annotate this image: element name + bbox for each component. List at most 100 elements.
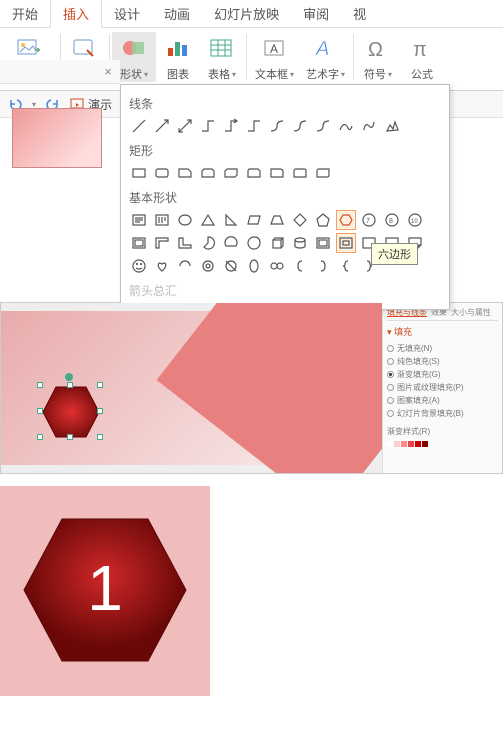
props-tab-size[interactable]: 大小与属性 [451, 307, 491, 318]
shape-snip-round[interactable] [244, 163, 264, 183]
textbox-icon: A [259, 32, 291, 64]
chevron-down-icon: ▾ [341, 70, 345, 79]
slide-canvas[interactable] [1, 303, 382, 473]
fill-section-header[interactable]: ▾ 填充 [387, 325, 498, 338]
shape-oval[interactable] [175, 210, 195, 230]
selection-handle[interactable] [97, 408, 103, 414]
shape-snip-same-side[interactable] [198, 163, 218, 183]
selection-handle[interactable] [97, 434, 103, 440]
shape-heart[interactable] [152, 256, 172, 276]
shape-curve[interactable] [336, 116, 356, 136]
shape-sun[interactable] [198, 256, 218, 276]
shape-teardrop[interactable] [244, 233, 264, 253]
shape-bracket-right[interactable] [313, 256, 333, 276]
close-icon[interactable]: × [104, 64, 112, 79]
shape-decagon[interactable]: 10 [405, 210, 425, 230]
shape-moon[interactable] [221, 256, 241, 276]
shape-bevel[interactable] [313, 233, 333, 253]
svg-text:Ω: Ω [368, 39, 383, 60]
shape-curve-double-arrow[interactable] [313, 116, 333, 136]
textbox-button[interactable]: A 文本框▾ [249, 32, 300, 82]
shape-lightning[interactable] [175, 256, 195, 276]
chart-button[interactable]: 图表 [156, 32, 200, 82]
shape-elbow-connector[interactable] [198, 116, 218, 136]
table-button[interactable]: 表格▾ [200, 32, 244, 82]
fill-option-solid[interactable]: 纯色填充(S) [387, 355, 498, 368]
shape-cloud[interactable] [244, 256, 264, 276]
shape-round-same-side[interactable] [290, 163, 310, 183]
gradient-stops-strip[interactable] [387, 441, 498, 447]
shape-rounded-rect[interactable] [152, 163, 172, 183]
shape-brace-left[interactable] [336, 256, 356, 276]
tab-slideshow[interactable]: 幻灯片放映 [202, 0, 291, 27]
tab-view[interactable]: 视 [341, 0, 378, 27]
shape-line[interactable] [129, 116, 149, 136]
fill-option-gradient[interactable]: 渐变填充(G) [387, 368, 498, 381]
shape-chord[interactable] [221, 233, 241, 253]
symbol-button[interactable]: Ω 符号▾ [356, 32, 400, 82]
slide-thumbnail-1[interactable] [12, 108, 102, 168]
shape-half-frame[interactable] [152, 233, 172, 253]
shape-textbox[interactable] [129, 210, 149, 230]
fill-option-picture[interactable]: 图片或纹理填充(P) [387, 381, 498, 394]
svg-text:π: π [413, 39, 427, 60]
shape-trapezoid[interactable] [267, 210, 287, 230]
shape-snip-diag[interactable] [221, 163, 241, 183]
selection-handle[interactable] [37, 408, 43, 414]
slide-thumbnail-pane: × [0, 60, 120, 168]
shape-pie[interactable] [198, 233, 218, 253]
selection-handle[interactable] [67, 434, 73, 440]
fill-option-pattern[interactable]: 图案填充(A) [387, 394, 498, 407]
shape-smiley[interactable] [129, 256, 149, 276]
shape-cube[interactable] [267, 233, 287, 253]
tab-review[interactable]: 审阅 [291, 0, 341, 27]
shape-triangle[interactable] [198, 210, 218, 230]
tab-animation[interactable]: 动画 [152, 0, 202, 27]
shape-pentagon[interactable] [313, 210, 333, 230]
shape-line-arrow[interactable] [152, 116, 172, 136]
shape-snip-single[interactable] [175, 163, 195, 183]
shape-rectangle[interactable] [129, 163, 149, 183]
selection-handle[interactable] [37, 434, 43, 440]
shape-textbox-vertical[interactable] [152, 210, 172, 230]
shape-freeform[interactable] [359, 116, 379, 136]
shape-elbow-double-arrow[interactable] [244, 116, 264, 136]
shape-heptagon[interactable]: 7 [359, 210, 379, 230]
hexagon-result: 1 [20, 515, 190, 668]
shape-curve-arrow[interactable] [290, 116, 310, 136]
shape-right-triangle[interactable] [221, 210, 241, 230]
shape-round-diag[interactable] [313, 163, 333, 183]
shape-parallelogram[interactable] [244, 210, 264, 230]
selection-handle[interactable] [67, 382, 73, 388]
shape-hexagon[interactable] [336, 210, 356, 230]
shape-round-single[interactable] [267, 163, 287, 183]
shape-octagon[interactable]: 8 [382, 210, 402, 230]
wordart-button[interactable]: A 艺术字▾ [300, 32, 351, 82]
shape-elbow-arrow[interactable] [221, 116, 241, 136]
shape-diamond[interactable] [290, 210, 310, 230]
pi-icon: π [406, 32, 438, 64]
shape-l-shape[interactable] [175, 233, 195, 253]
svg-text:8: 8 [389, 218, 393, 225]
shape-arc[interactable] [267, 256, 287, 276]
shape-line-double-arrow[interactable] [175, 116, 195, 136]
selection-handle[interactable] [97, 382, 103, 388]
shape-curve-connector[interactable] [267, 116, 287, 136]
shape-can[interactable] [290, 233, 310, 253]
tab-insert[interactable]: 插入 [50, 0, 102, 28]
shape-bracket-left[interactable] [290, 256, 310, 276]
selection-handle[interactable] [37, 382, 43, 388]
tab-design[interactable]: 设计 [102, 0, 152, 27]
fill-option-slide-bg[interactable]: 幻灯片背景填充(B) [387, 407, 498, 420]
hexagon-number-label: 1 [87, 551, 123, 625]
equation-button[interactable]: π 公式 [400, 32, 444, 82]
tab-start[interactable]: 开始 [0, 0, 50, 27]
fill-option-none[interactable]: 无填充(N) [387, 342, 498, 355]
wordart-icon: A [310, 32, 342, 64]
hexagon-shape-selected[interactable] [41, 385, 101, 439]
shape-frame[interactable] [129, 233, 149, 253]
omega-icon: Ω [362, 32, 394, 64]
shape-scribble[interactable] [382, 116, 402, 136]
rotate-handle[interactable] [65, 373, 73, 381]
shape-donut[interactable] [336, 233, 356, 253]
